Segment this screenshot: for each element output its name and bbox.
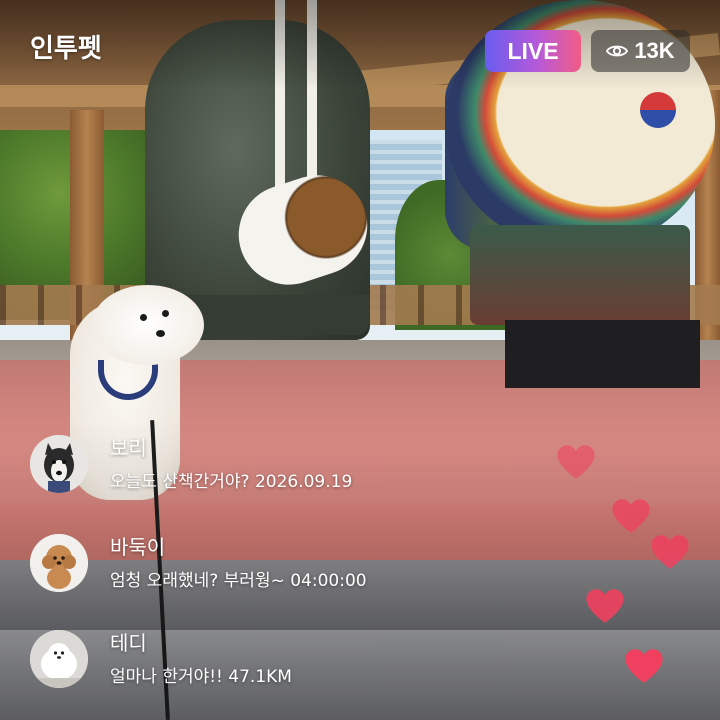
heart-icon bbox=[624, 648, 664, 684]
heart-icon bbox=[585, 588, 625, 624]
poodle-dog-avatar[interactable] bbox=[30, 534, 88, 592]
heart-icon bbox=[556, 444, 596, 480]
taegeuk-symbol bbox=[640, 92, 676, 128]
eye-icon bbox=[606, 45, 629, 57]
live-badge: LIVE bbox=[485, 30, 581, 72]
chat-comment: 보리 오늘도 산책간거야? 2026.09.19 bbox=[30, 435, 510, 495]
dog-face bbox=[138, 306, 178, 352]
husky-dog-avatar[interactable] bbox=[30, 435, 88, 493]
heart-icon bbox=[650, 534, 690, 570]
comment-text: 얼마나 한거야!! 47.1KM bbox=[110, 667, 292, 687]
drum-base bbox=[505, 320, 700, 388]
heart-icon bbox=[611, 498, 651, 534]
app-title: 인투펫 bbox=[30, 34, 102, 64]
comment-username: 보리 bbox=[110, 436, 147, 460]
chat-comment: 테디 얼마나 한거야!! 47.1KM bbox=[30, 630, 510, 690]
viewer-count: 13K bbox=[634, 38, 675, 63]
viewer-count-badge: 13K bbox=[591, 30, 690, 72]
pomeranian-dog-avatar[interactable] bbox=[30, 630, 88, 688]
comment-username: 바둑이 bbox=[110, 535, 166, 559]
comment-text: 오늘도 산책간거야? 2026.09.19 bbox=[110, 472, 353, 492]
comment-username: 테디 bbox=[110, 631, 147, 655]
chat-comment: 바둑이 엄청 오래했네? 부러웡~ 04:00:00 bbox=[30, 534, 510, 594]
drum-stand bbox=[470, 225, 690, 325]
comment-text: 엄청 오래했네? 부러웡~ 04:00:00 bbox=[110, 571, 367, 591]
